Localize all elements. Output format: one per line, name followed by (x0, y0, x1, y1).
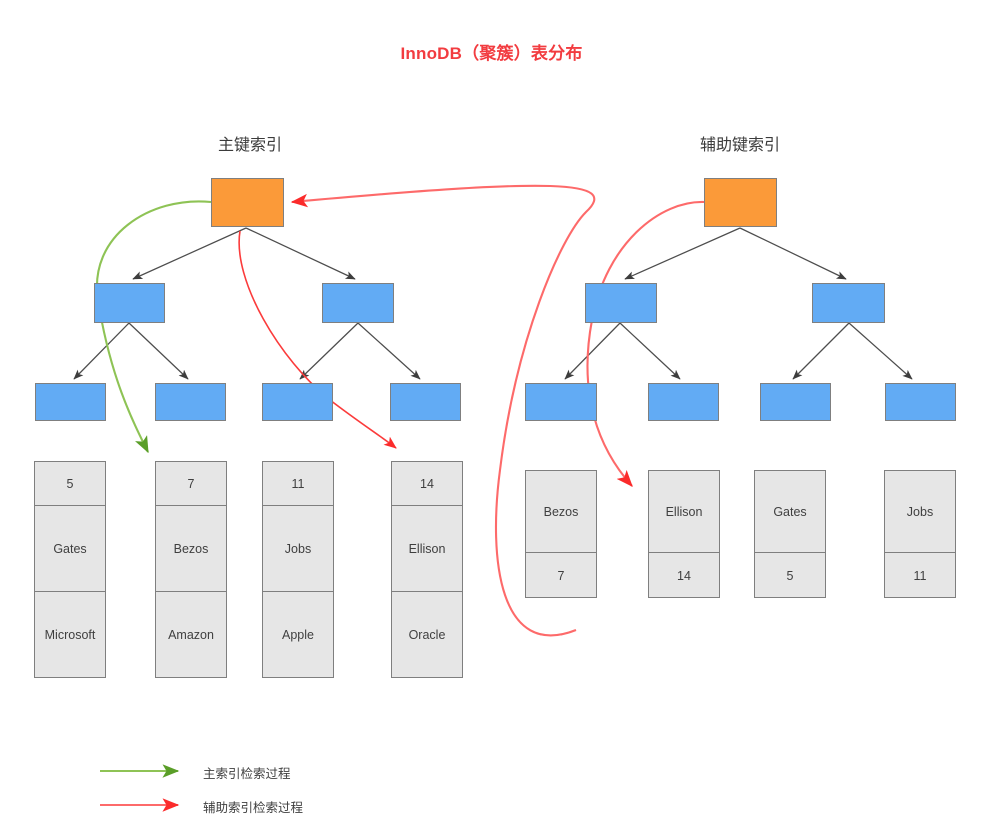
legend-label-secondary: 辅助索引检索过程 (203, 801, 304, 815)
record-name: Ellison (649, 471, 719, 553)
secondary-record-card[interactable]: Gates 5 (754, 470, 826, 598)
record-key: 5 (786, 569, 794, 583)
secondary-leaf-node-3[interactable] (760, 383, 831, 421)
primary-record-card[interactable]: 5 Gates Microsoft (34, 461, 106, 678)
secondary-record-card[interactable]: Ellison 14 (648, 470, 720, 598)
record-key: 14 (677, 569, 691, 583)
record-name: Jobs (263, 506, 333, 592)
record-company: Amazon (168, 627, 214, 642)
record-key: 11 (263, 462, 333, 506)
record-name: Gates (35, 506, 105, 592)
record-company: Oracle (408, 627, 446, 642)
page-title: InnoDB（聚簇）表分布 (400, 44, 583, 63)
record-company: Microsoft (44, 627, 96, 642)
edges-layer (73, 184, 913, 637)
primary-record-card[interactable]: 11 Jobs Apple (262, 461, 334, 678)
record-name: Gates (755, 471, 825, 553)
record-name: Bezos (526, 471, 596, 553)
secondary-trace-path (586, 200, 706, 487)
record-key: 7 (557, 569, 565, 583)
primary-leaf-node-3[interactable] (262, 383, 333, 421)
primary-leaf-node-1[interactable] (35, 383, 106, 421)
primary-branch-node-2[interactable] (322, 283, 394, 323)
primary-record-card[interactable]: 7 Bezos Amazon (155, 461, 227, 678)
record-name: Ellison (392, 506, 462, 592)
record-key: 11 (913, 569, 927, 583)
secondary-record-card[interactable]: Bezos 7 (525, 470, 597, 598)
record-company: Apple (282, 627, 314, 642)
record-name: Bezos (156, 506, 226, 592)
primary-leaf-node-2[interactable] (155, 383, 226, 421)
record-key: 5 (35, 462, 105, 506)
record-key: 7 (156, 462, 226, 506)
record-key: 14 (392, 462, 462, 506)
secondary-branch-node-1[interactable] (585, 283, 657, 323)
secondary-leaf-node-1[interactable] (525, 383, 597, 421)
secondary-branch-node-2[interactable] (812, 283, 885, 323)
primary-root-node[interactable] (211, 178, 284, 227)
secondary-root-node[interactable] (704, 178, 777, 227)
primary-index-heading: 主键索引 (217, 137, 282, 154)
primary-branch-node-1[interactable] (94, 283, 165, 323)
secondary-leaf-node-4[interactable] (885, 383, 956, 421)
diagram-canvas: InnoDB（聚簇）表分布 主键索引 辅助键索引 5 Gates Microso… (0, 0, 983, 838)
secondary-index-heading: 辅助键索引 (699, 137, 780, 154)
secondary-leaf-node-2[interactable] (648, 383, 719, 421)
record-name: Jobs (885, 471, 955, 553)
legend-arrows-layer (100, 764, 180, 812)
primary-record-card[interactable]: 14 Ellison Oracle (391, 461, 463, 678)
legend-label-primary: 主索引检索过程 (203, 767, 291, 781)
primary-leaf-node-4[interactable] (390, 383, 461, 421)
secondary-record-card[interactable]: Jobs 11 (884, 470, 956, 598)
